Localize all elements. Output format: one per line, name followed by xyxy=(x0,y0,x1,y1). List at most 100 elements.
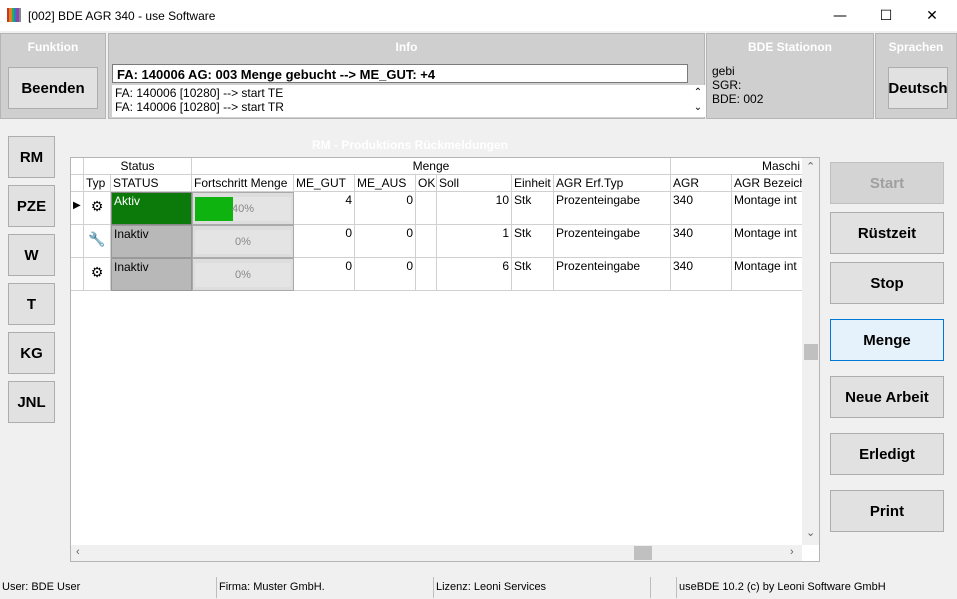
start-button[interactable]: Start xyxy=(830,162,944,204)
gear-icon: ⚙ xyxy=(84,258,111,291)
wrench-icon: 🔧 xyxy=(84,225,111,258)
bezeich-cell: Montage int xyxy=(732,192,802,225)
soll-cell: 1 xyxy=(437,225,512,258)
nav-t-button[interactable]: T xyxy=(8,283,55,325)
progress-text: 0% xyxy=(235,269,251,281)
me-aus-cell: 0 xyxy=(355,258,416,291)
sprachen-header: Sprachen xyxy=(888,40,944,54)
gear-icon: ⚙ xyxy=(84,192,111,225)
station-bde: BDE: 002 xyxy=(712,92,764,106)
print-button[interactable]: Print xyxy=(830,490,944,532)
center-header: RM - Produktions Rückmeldungen xyxy=(311,138,508,152)
me-gut-cell: 4 xyxy=(294,192,355,225)
erledigt-button[interactable]: Erledigt xyxy=(830,433,944,475)
production-grid[interactable]: Status Menge Maschi Typ STATUS Fortschri… xyxy=(70,157,820,562)
status-bar: User: BDE User Firma: Muster GmbH. Lizen… xyxy=(0,576,957,599)
progress-bar: 0% xyxy=(195,230,291,254)
group-maschine: Maschi xyxy=(671,158,802,175)
horizontal-scrollbar[interactable]: ‹ › xyxy=(71,545,802,561)
log-line: FA: 140006 [10280] --> start TR xyxy=(115,100,284,114)
row-indicator-header xyxy=(71,175,84,192)
menge-button[interactable]: Menge xyxy=(830,319,944,361)
status-user: User: BDE User xyxy=(2,581,81,593)
station-info: gebi SGR: BDE: 002 xyxy=(712,64,763,106)
bezeich-cell: Montage int xyxy=(732,225,802,258)
log-scrollbar[interactable]: ⌃ ⌄ xyxy=(692,85,704,117)
agr-cell: 340 xyxy=(671,192,732,225)
chevron-right-icon[interactable]: › xyxy=(790,546,794,558)
station-user: gebi xyxy=(712,64,735,78)
col-einheit[interactable]: Einheit xyxy=(512,175,554,192)
me-gut-cell: 0 xyxy=(294,225,355,258)
chevron-up-icon[interactable]: ⌃ xyxy=(806,160,815,173)
nav-w-button[interactable]: W xyxy=(8,234,55,276)
col-fortschritt[interactable]: Fortschritt Menge xyxy=(192,175,294,192)
chevron-down-icon[interactable]: ⌄ xyxy=(692,100,704,115)
col-me-aus[interactable]: ME_AUS xyxy=(355,175,416,192)
sprachen-panel: Sprachen Deutsch xyxy=(875,33,957,119)
status-badge: Aktiv xyxy=(111,192,192,225)
me-gut-cell: 0 xyxy=(294,258,355,291)
group-status: Status xyxy=(84,158,192,175)
einheit-cell: Stk xyxy=(512,225,554,258)
nav-rm-button[interactable]: RM xyxy=(8,136,55,178)
minimize-button[interactable]: — xyxy=(817,0,863,31)
vertical-scrollbar[interactable]: ⌃ ⌄ xyxy=(802,158,819,545)
col-ok[interactable]: OK xyxy=(416,175,437,192)
station-header: BDE Stationon xyxy=(748,40,832,54)
language-button[interactable]: Deutsch xyxy=(888,67,948,109)
col-soll[interactable]: Soll xyxy=(437,175,512,192)
funktion-header: Funktion xyxy=(27,40,79,54)
group-menge: Menge xyxy=(192,158,671,175)
title-bar: [002] BDE AGR 340 - use Software — ☐ ✕ xyxy=(0,0,957,31)
close-button[interactable]: ✕ xyxy=(909,0,955,31)
col-agr[interactable]: AGR xyxy=(671,175,732,192)
einheit-cell: Stk xyxy=(512,258,554,291)
ruestzeit-button[interactable]: Rüstzeit xyxy=(830,212,944,254)
station-sgr: SGR: xyxy=(712,78,742,92)
info-current-message: FA: 140006 AG: 003 Menge gebucht --> ME_… xyxy=(112,64,688,83)
chevron-down-icon[interactable]: ⌄ xyxy=(806,526,815,539)
beenden-button[interactable]: Beenden xyxy=(8,67,98,109)
status-badge: Inaktiv xyxy=(111,225,192,258)
stop-button[interactable]: Stop xyxy=(830,262,944,304)
chevron-up-icon[interactable]: ⌃ xyxy=(692,85,704,100)
col-agr-erf-typ[interactable]: AGR Erf.Typ xyxy=(554,175,671,192)
funktion-panel: Funktion Beenden xyxy=(0,33,106,119)
nav-jnl-button[interactable]: JNL xyxy=(8,381,55,423)
app-icon xyxy=(7,8,21,22)
soll-cell: 10 xyxy=(437,192,512,225)
progress-text: 0% xyxy=(235,236,251,248)
station-panel: BDE Stationon gebi SGR: BDE: 002 xyxy=(706,33,874,119)
progress-text: 40% xyxy=(231,203,255,215)
col-agr-bezeich[interactable]: AGR Bezeich xyxy=(732,175,802,192)
ok-cell xyxy=(416,258,437,291)
log-line: FA: 140006 [10280] --> start TE xyxy=(115,86,284,100)
row-indicator: ▶ xyxy=(71,192,84,225)
progress-bar: 40% xyxy=(195,197,291,221)
neue-arbeit-button[interactable]: Neue Arbeit xyxy=(830,376,944,418)
col-status[interactable]: STATUS xyxy=(111,175,192,192)
status-badge: Inaktiv xyxy=(111,258,192,291)
scroll-thumb[interactable] xyxy=(634,546,652,560)
erf-typ-cell: Prozenteingabe xyxy=(554,258,671,291)
nav-kg-button[interactable]: KG xyxy=(8,332,55,374)
info-log[interactable]: FA: 140006 [10280] --> start TE FA: 1400… xyxy=(112,85,706,117)
nav-pze-button[interactable]: PZE xyxy=(8,185,55,227)
progress-cell: 0% xyxy=(192,225,294,258)
status-extra xyxy=(650,577,676,598)
progress-cell: 40% xyxy=(192,192,294,225)
col-me-gut[interactable]: ME_GUT xyxy=(294,175,355,192)
row-indicator xyxy=(71,225,84,258)
chevron-left-icon[interactable]: ‹ xyxy=(76,546,80,558)
maximize-button[interactable]: ☐ xyxy=(863,0,909,31)
erf-typ-cell: Prozenteingabe xyxy=(554,192,671,225)
scroll-thumb[interactable] xyxy=(804,344,818,360)
col-typ[interactable]: Typ xyxy=(84,175,111,192)
status-lizenz: Lizenz: Leoni Services xyxy=(433,577,650,598)
einheit-cell: Stk xyxy=(512,192,554,225)
info-panel: Info FA: 140006 AG: 003 Menge gebucht --… xyxy=(108,33,706,119)
row-indicator xyxy=(71,258,84,291)
window-title: [002] BDE AGR 340 - use Software xyxy=(28,9,216,23)
info-header: Info xyxy=(395,40,418,54)
